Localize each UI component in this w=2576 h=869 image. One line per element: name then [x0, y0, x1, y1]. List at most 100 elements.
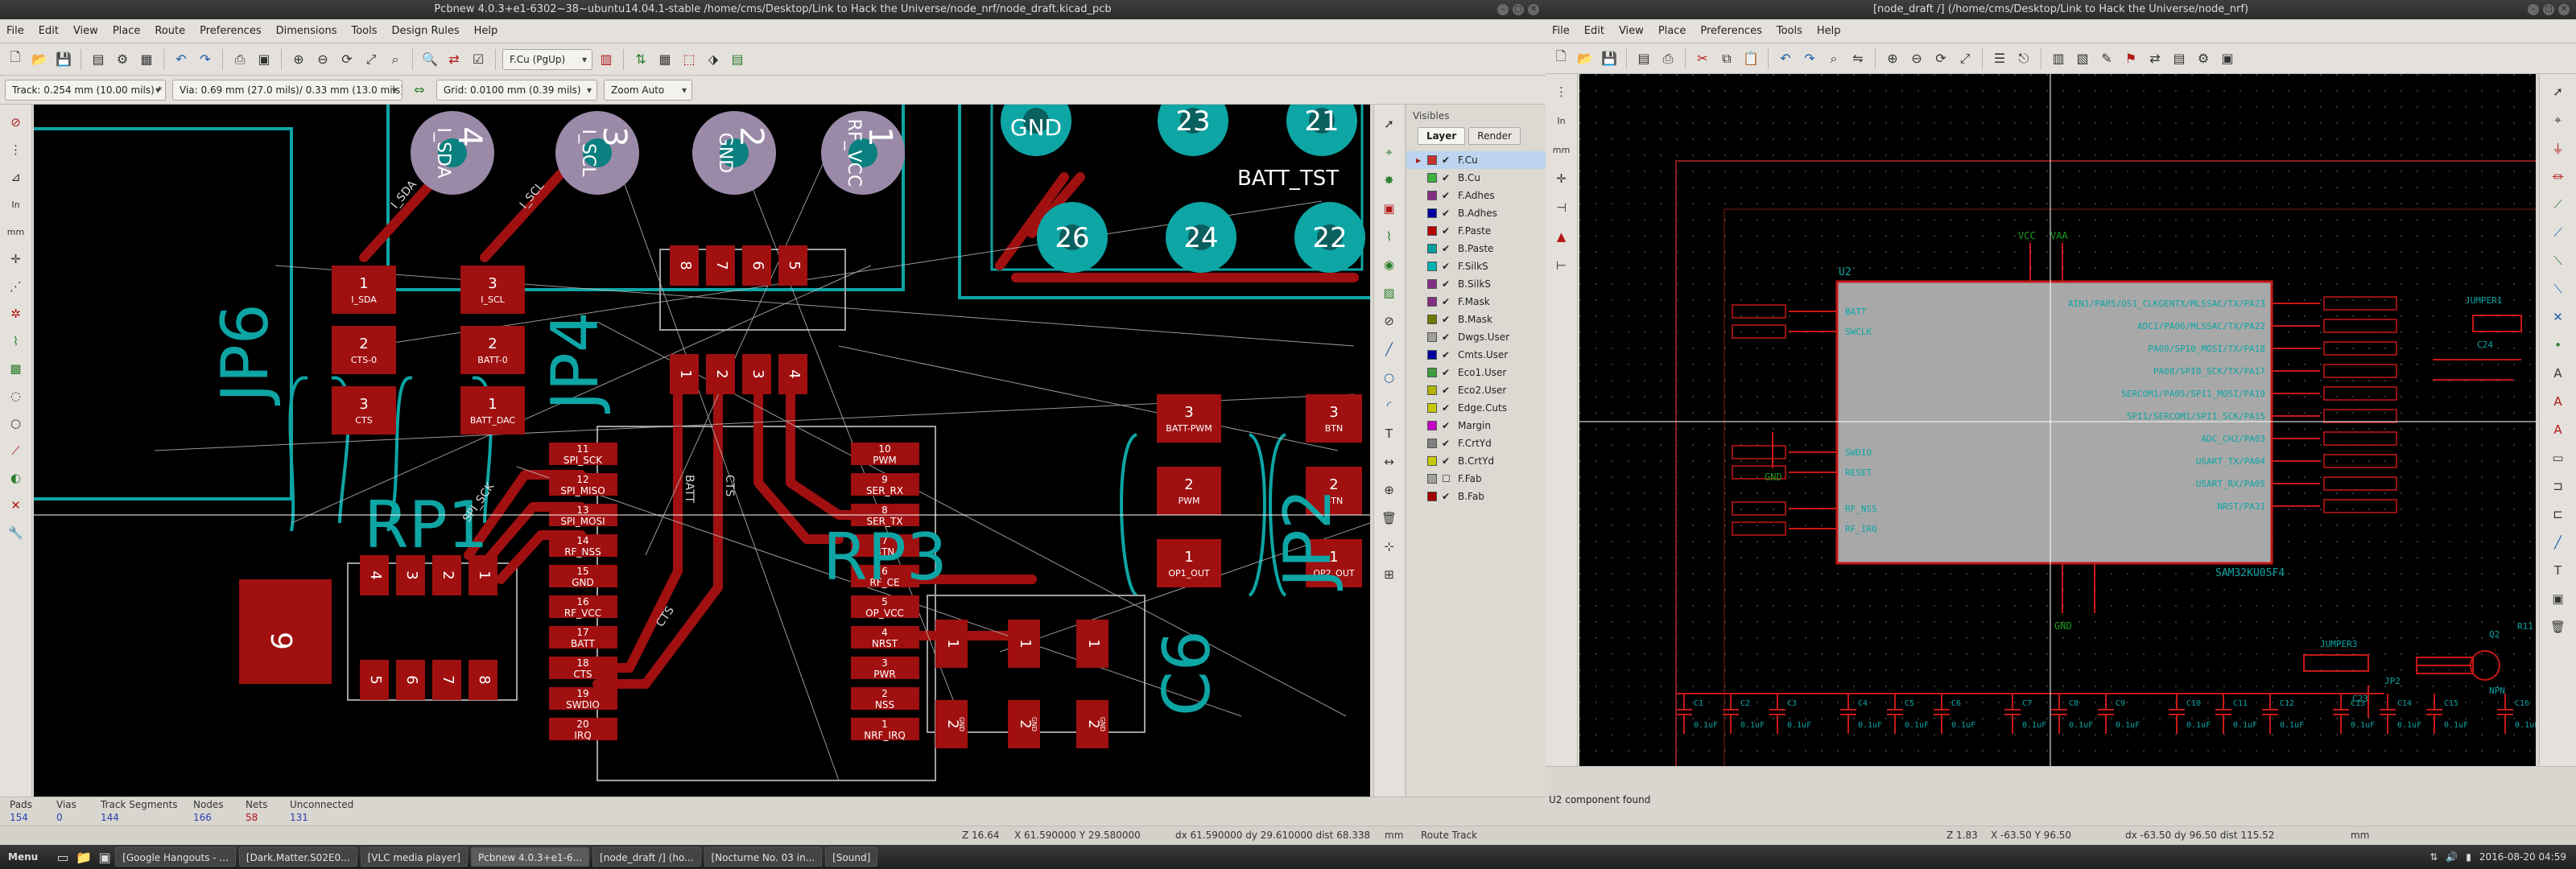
add-power-icon[interactable]: ⏛: [2547, 165, 2570, 187]
local-ratsnest-icon[interactable]: ✸: [1378, 169, 1401, 192]
select-arrow-icon[interactable]: ➚: [2547, 80, 2570, 103]
mm-units-icon[interactable]: mm: [5, 220, 27, 243]
battery-icon[interactable]: ▮: [2466, 851, 2471, 863]
layer-visibility-checkbox[interactable]: ✔: [1442, 154, 1453, 166]
eeschema-menu-preferences[interactable]: Preferences: [1700, 25, 1761, 37]
ratsnest-icon[interactable]: ⋰: [5, 275, 27, 298]
hierarchy-icon[interactable]: ☰: [1989, 48, 2010, 69]
layer-visibility-checkbox[interactable]: ✔: [1442, 455, 1453, 467]
copy-icon[interactable]: ⧉: [1716, 48, 1737, 69]
layer-visibility-checkbox[interactable]: ☐: [1442, 473, 1453, 484]
layer-row-f-paste[interactable]: ✔ F.Paste: [1406, 222, 1546, 240]
taskbar-window-button[interactable]: [Sound]: [825, 847, 878, 867]
add-footprint-icon[interactable]: ▣: [1378, 197, 1401, 220]
lib-editor-icon[interactable]: ▥: [2048, 48, 2069, 69]
taskbar-window-button[interactable]: [Nocturne No. 03 in...: [704, 847, 823, 867]
taskbar-window-button[interactable]: [node_draft /] (ho...: [592, 847, 701, 867]
add-sheet-icon[interactable]: ▭: [2547, 447, 2570, 469]
layer-color-swatch[interactable]: [1427, 350, 1437, 360]
auto-delete-track-icon[interactable]: ⌇: [5, 330, 27, 352]
save-schematic-icon[interactable]: 💾: [1599, 48, 1620, 69]
layer-row-edge-cuts[interactable]: ✔ Edge.Cuts: [1406, 399, 1546, 417]
layers-manager-icon[interactable]: 🔧: [5, 521, 27, 544]
layer-visibility-checkbox[interactable]: ✔: [1442, 385, 1453, 396]
paste-icon[interactable]: 📋: [1740, 48, 1761, 69]
minimize-button[interactable]: –: [1497, 4, 1509, 15]
add-image-icon[interactable]: ▣: [2547, 587, 2570, 610]
start-menu-button[interactable]: Menu: [0, 846, 46, 867]
tracks-sketch-icon[interactable]: ⟋: [5, 439, 27, 462]
layer-color-swatch[interactable]: [1427, 421, 1437, 430]
module-editor-icon[interactable]: ⚙: [112, 49, 133, 70]
cvpcb-icon[interactable]: ⚙: [2193, 48, 2214, 69]
layer-color-swatch[interactable]: [1427, 439, 1437, 448]
layer-row-f-mask[interactable]: ✔ F.Mask: [1406, 293, 1546, 311]
layer-visibility-checkbox[interactable]: ✔: [1442, 438, 1453, 449]
add-component-icon[interactable]: ⏚: [2547, 137, 2570, 159]
layer-pair-icon[interactable]: ▥: [596, 49, 617, 70]
zoom-out-icon[interactable]: ⊖: [312, 49, 333, 70]
eeschema-menu-edit[interactable]: Edit: [1584, 25, 1604, 37]
add-text-icon[interactable]: T: [2547, 559, 2570, 582]
layer-color-swatch[interactable]: [1427, 262, 1437, 271]
netlist-icon[interactable]: ⇄: [2145, 48, 2165, 69]
close-button[interactable]: ✕: [2558, 4, 2570, 15]
layer-color-swatch[interactable]: [1427, 226, 1437, 236]
layer-visibility-checkbox[interactable]: ✔: [1442, 314, 1453, 325]
layer-visibility-checkbox[interactable]: ✔: [1442, 491, 1453, 502]
pcbnew-menu-help[interactable]: Help: [474, 25, 498, 37]
add-arc-icon[interactable]: ◜: [1378, 394, 1401, 417]
pcbnew-menu-view[interactable]: View: [73, 25, 98, 37]
file-manager-icon[interactable]: 📁: [73, 846, 94, 867]
layer-visibility-checkbox[interactable]: ✔: [1442, 190, 1453, 201]
eeschema-menu-tools[interactable]: Tools: [1777, 25, 1802, 37]
maximize-button[interactable]: □: [2543, 4, 2554, 15]
taskbar-window-button[interactable]: [VLC media player]: [360, 847, 468, 867]
minimize-button[interactable]: –: [2528, 4, 2539, 15]
route-track-icon[interactable]: ⌇: [1378, 225, 1401, 248]
pcbnew-menu-tools[interactable]: Tools: [351, 25, 377, 37]
add-label-icon[interactable]: A: [2547, 362, 2570, 385]
zoom-select[interactable]: Zoom Auto: [604, 79, 692, 101]
add-circle-icon[interactable]: ○: [1378, 366, 1401, 389]
pcbnew-menu-file[interactable]: File: [6, 25, 24, 37]
pcbnew-menu-design-rules[interactable]: Design Rules: [392, 25, 460, 37]
add-via-icon[interactable]: ◉: [1378, 253, 1401, 276]
layer-visibility-checkbox[interactable]: ✔: [1442, 225, 1453, 237]
highlight-net-icon[interactable]: ⌖: [2547, 109, 2570, 131]
keepout-icon[interactable]: ⊘: [1378, 310, 1401, 332]
zoom-selection-icon[interactable]: ⌕: [385, 49, 406, 70]
eeschema-menu-file[interactable]: File: [1552, 25, 1570, 37]
add-zone-icon[interactable]: ▨: [1378, 282, 1401, 304]
add-text-icon[interactable]: T: [1378, 422, 1401, 445]
layer-row-b-cu[interactable]: ✔ B.Cu: [1406, 169, 1546, 187]
undo-icon[interactable]: ↶: [171, 49, 192, 70]
via-size-select[interactable]: Via: 0.69 mm (27.0 mils)/ 0.33 mm (13.0 …: [172, 79, 402, 101]
bom-icon[interactable]: ▤: [2169, 48, 2190, 69]
import-sheet-pin-icon[interactable]: ⊐: [2547, 475, 2570, 497]
bus-wire-entry-icon[interactable]: ▲: [1550, 225, 1573, 248]
layer-color-swatch[interactable]: [1427, 332, 1437, 342]
pcbnew-menu-route[interactable]: Route: [155, 25, 185, 37]
drc-icon[interactable]: ☑: [468, 49, 489, 70]
plot-icon[interactable]: ▣: [254, 49, 275, 70]
layer-visibility-checkbox[interactable]: ✔: [1442, 172, 1453, 183]
open-board-icon[interactable]: 📂: [29, 49, 50, 70]
lib-browser-icon[interactable]: ▧: [2072, 48, 2093, 69]
page-settings-icon[interactable]: ▤: [1633, 48, 1654, 69]
add-junction-icon[interactable]: •: [2547, 334, 2570, 356]
layer-visibility-checkbox[interactable]: ✔: [1442, 367, 1453, 378]
show-desktop-icon[interactable]: ▭: [52, 846, 73, 867]
open-schematic-icon[interactable]: 📂: [1575, 48, 1596, 69]
pcbnew-menu-edit[interactable]: Edit: [39, 25, 59, 37]
taskbar-window-button[interactable]: Pcbnew 4.0.3+e1-6...: [470, 847, 590, 867]
eeschema-menu-view[interactable]: View: [1619, 25, 1644, 37]
show-zones-icon[interactable]: ▩: [5, 357, 27, 380]
pads-sketch-icon[interactable]: ◌: [5, 385, 27, 407]
erc-icon[interactable]: ⚑: [2120, 48, 2141, 69]
redo-icon[interactable]: ↷: [195, 49, 216, 70]
pcbnew-menu-dimensions[interactable]: Dimensions: [276, 25, 337, 37]
layer-visibility-checkbox[interactable]: ✔: [1442, 243, 1453, 254]
layer-color-swatch[interactable]: [1427, 191, 1437, 200]
layer-row-b-paste[interactable]: ✔ B.Paste: [1406, 240, 1546, 257]
